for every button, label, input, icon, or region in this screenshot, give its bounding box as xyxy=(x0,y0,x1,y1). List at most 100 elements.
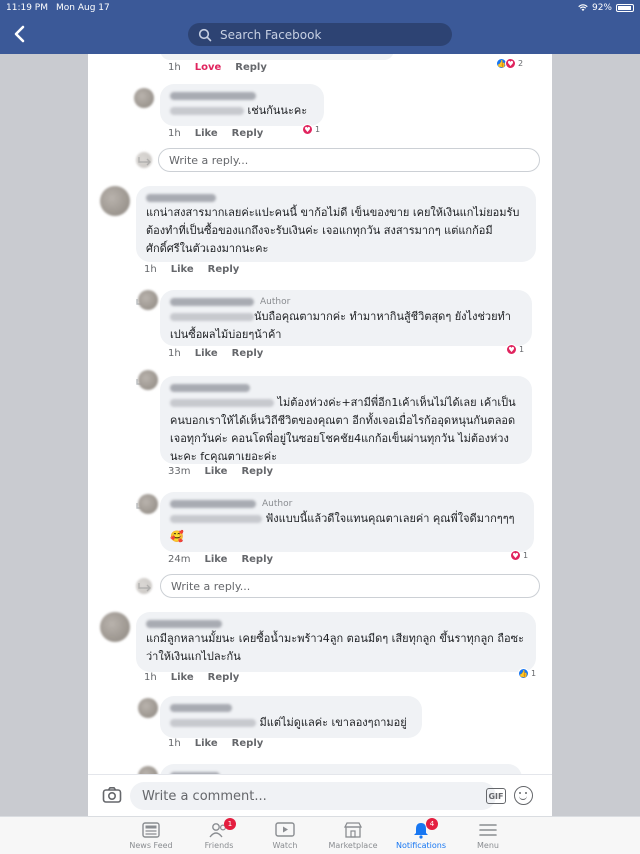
bottom-tab-bar: News Feed 1 Friends Watch Marketplace 4 … xyxy=(0,816,640,854)
reaction-count: 1 xyxy=(531,669,537,678)
comment-bubble xyxy=(160,54,394,60)
like-button[interactable]: Like xyxy=(195,738,218,749)
like-button[interactable]: Like xyxy=(195,348,218,359)
comment-input[interactable]: Write a comment... xyxy=(130,782,496,810)
tab-menu[interactable]: Menu xyxy=(453,820,523,854)
status-time: 11:19 PM xyxy=(6,3,48,13)
reply-input[interactable]: Write a reply... xyxy=(158,148,540,172)
comment-actions: 1h Like Reply xyxy=(144,672,239,683)
comment-text: แกน่าสงสารมากเลยค่ะแปะคนนี้ ขาก้อไม่ดี เ… xyxy=(146,206,520,255)
like-button[interactable]: Like xyxy=(204,466,227,477)
reaction-summary[interactable]: ♥ 1 xyxy=(506,344,524,355)
status-date: Mon Aug 17 xyxy=(56,3,110,13)
reaction-count: 1 xyxy=(523,551,529,560)
tab-friends[interactable]: 1 Friends xyxy=(184,818,254,854)
avatar[interactable] xyxy=(100,186,130,216)
reply-button[interactable]: Reply xyxy=(235,62,267,73)
watch-icon xyxy=(274,820,296,840)
tab-label: News Feed xyxy=(129,841,173,850)
comment-bubble: แกมีลูกหลานมั้ยนะ เคยซื้อน้ำมะพร้าว4ลูก … xyxy=(136,612,536,672)
tab-watch[interactable]: Watch xyxy=(250,820,320,854)
news-feed-icon xyxy=(140,820,162,840)
tab-label: Watch xyxy=(272,841,298,850)
comment-placeholder: Write a comment... xyxy=(142,788,267,804)
comment-time: 1h xyxy=(168,348,181,359)
comment-actions: 1h Like Reply xyxy=(168,128,263,139)
status-bar: 11:19 PM Mon Aug 17 92% xyxy=(0,0,640,16)
comment-actions: 24m Like Reply xyxy=(168,554,273,565)
reply-placeholder: Write a reply... xyxy=(169,153,249,167)
tab-news-feed[interactable]: News Feed xyxy=(116,820,186,854)
like-button[interactable]: Like xyxy=(171,264,194,275)
comment-time: 33m xyxy=(168,466,191,477)
comment-time: 1h xyxy=(168,738,181,749)
commenter-name[interactable] xyxy=(146,618,526,630)
search-placeholder: Search Facebook xyxy=(220,27,322,42)
reply-button[interactable]: Reply xyxy=(208,672,240,683)
comment-time: 1h xyxy=(144,672,157,683)
tab-label: Notifications xyxy=(395,841,447,850)
notifications-badge: 4 xyxy=(426,818,438,830)
comment-text: เช่นกันนะคะ xyxy=(247,104,308,117)
search-bar[interactable]: Search Facebook xyxy=(188,23,452,46)
battery-icon xyxy=(616,4,634,12)
reply-button[interactable]: Reply xyxy=(241,554,273,565)
comment-actions: 1h Like Reply xyxy=(168,738,263,749)
tab-notifications[interactable]: 4 Notifications xyxy=(386,818,456,854)
comment-actions: 33m Like Reply xyxy=(168,466,273,477)
battery-percent: 92% xyxy=(591,3,612,13)
reply-button[interactable]: Reply xyxy=(208,264,240,275)
reaction-summary[interactable]: 👍 1 xyxy=(518,668,536,679)
love-button[interactable]: Love xyxy=(195,62,222,73)
comment-bubble: Author ฟังแบบนี้แล้วดีใจแทนคุณตาเลยค่า ค… xyxy=(160,492,534,552)
avatar[interactable] xyxy=(100,612,130,642)
avatar[interactable] xyxy=(134,88,154,108)
commenter-name[interactable] xyxy=(170,382,522,394)
commenter-name[interactable] xyxy=(170,702,412,714)
reaction-summary[interactable]: 👍 ♥ 2 xyxy=(496,58,523,69)
reply-input[interactable]: Write a reply... xyxy=(160,574,540,598)
reaction-summary[interactable]: ♥ 1 xyxy=(302,124,320,135)
my-avatar xyxy=(136,578,152,594)
commenter-name[interactable] xyxy=(170,90,314,102)
heart-icon: ♥ xyxy=(302,124,313,135)
avatar[interactable] xyxy=(138,494,158,514)
reaction-count: 1 xyxy=(315,125,321,134)
menu-icon xyxy=(477,820,499,840)
bell-icon: 4 xyxy=(410,818,438,840)
comment-bubble: ไม่ต้องห่วงค่ะ+สามีพี่อีก1เค้าเห็นไม่ได้… xyxy=(160,376,532,464)
commenter-name[interactable]: Author xyxy=(170,296,522,308)
avatar[interactable] xyxy=(138,698,158,718)
reply-button[interactable]: Reply xyxy=(232,738,264,749)
comment-bubble: Author นับถือคุณตามากค่ะ ทำมาหากินสู้ชีว… xyxy=(160,290,532,346)
comment-actions: 1h Like Reply xyxy=(168,348,263,359)
back-button[interactable] xyxy=(8,22,30,46)
search-icon xyxy=(198,28,212,41)
tab-marketplace[interactable]: Marketplace xyxy=(318,820,388,854)
reply-button[interactable]: Reply xyxy=(232,128,264,139)
avatar[interactable] xyxy=(138,370,158,390)
like-button[interactable]: Like xyxy=(171,672,194,683)
comment-time: 1h xyxy=(144,264,157,275)
like-button[interactable]: Like xyxy=(195,128,218,139)
comment-text: มีแต่ไม่ดูแลค่ะ เขาลองๆถามอยู่ xyxy=(259,716,407,729)
camera-icon[interactable] xyxy=(102,786,122,804)
reaction-summary[interactable]: ♥ 1 xyxy=(510,550,528,561)
reaction-count: 1 xyxy=(519,345,525,354)
reply-button[interactable]: Reply xyxy=(241,466,273,477)
emoji-icon[interactable] xyxy=(514,786,533,805)
gif-button[interactable]: GIF xyxy=(486,788,506,804)
comment-time: 24m xyxy=(168,554,191,565)
avatar[interactable] xyxy=(138,290,158,310)
tab-label: Marketplace xyxy=(328,841,378,850)
commenter-name[interactable]: Author xyxy=(170,498,524,510)
commenter-name[interactable] xyxy=(146,192,526,204)
my-avatar xyxy=(136,152,152,168)
comment-time: 1h xyxy=(168,62,181,73)
tab-label: Menu xyxy=(477,841,499,850)
reply-button[interactable]: Reply xyxy=(232,348,264,359)
heart-icon: ♥ xyxy=(506,344,517,355)
reaction-count: 2 xyxy=(518,59,524,68)
heart-icon: ♥ xyxy=(505,58,516,69)
like-button[interactable]: Like xyxy=(204,554,227,565)
